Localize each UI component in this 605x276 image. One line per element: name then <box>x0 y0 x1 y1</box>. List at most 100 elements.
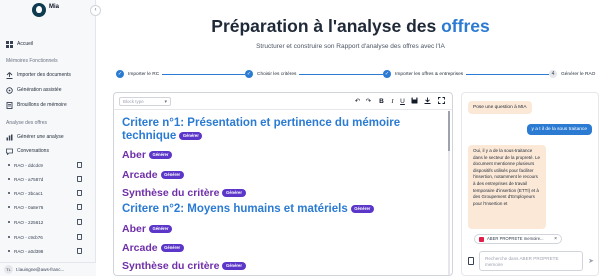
send-icon[interactable]: ➤ <box>588 257 594 265</box>
step-label: Choisir les critères <box>257 71 297 77</box>
subsection-heading: Synthèse du critère Générer <box>122 187 246 199</box>
step-number: 4 <box>549 70 557 78</box>
sidebar-item-label: Conversations <box>17 148 49 154</box>
user-message-bubble: y a t il de la sous traitance <box>526 124 592 135</box>
trash-icon[interactable] <box>77 162 82 168</box>
dashboard-icon <box>6 40 13 48</box>
bullet-icon <box>8 192 10 194</box>
conversation-item[interactable]: RAO - 3bcac1 <box>8 188 82 198</box>
subsection-heading: Synthèse du critère Générer <box>122 260 246 272</box>
check-icon: ✓ <box>383 70 391 78</box>
page-title-text: Préparation à l'analyse des <box>211 16 442 36</box>
user-email: t.lauingne@aws-franc... <box>16 267 65 272</box>
attachment-name: ABER PROPRETE memoire... <box>487 236 544 241</box>
sidebar-item-generation-assistee[interactable]: Génération assistée <box>6 85 61 95</box>
generate-button[interactable]: Générer <box>222 262 246 271</box>
chat-input[interactable]: Recherche dans ABER PROPRETE memoire <box>479 251 584 271</box>
trash-icon[interactable] <box>77 248 82 254</box>
step-label: Générer le RAO <box>561 71 596 77</box>
bold-icon[interactable]: B <box>377 97 386 106</box>
close-icon[interactable]: × <box>554 235 557 243</box>
page-title: Préparation à l'analyse des offres <box>96 16 605 37</box>
bullet-icon <box>8 221 10 223</box>
sidebar-item-accueil[interactable]: Accueil <box>6 39 33 49</box>
subsection-heading: Arcade Générer <box>122 169 184 181</box>
step-choisir-criteres[interactable]: ✓ Choisir les critères <box>245 70 300 78</box>
undo-icon[interactable]: ↶ <box>353 97 362 106</box>
step-import-rc[interactable]: ✓ Importer le RC <box>116 70 163 78</box>
step-generer-rao[interactable]: 4 Générer le RAO <box>549 70 599 78</box>
trash-icon[interactable] <box>77 234 82 240</box>
trash-icon[interactable] <box>77 204 82 210</box>
bullet-icon <box>8 250 10 252</box>
document-icon <box>6 101 13 109</box>
sidebar-item-label: Génération assistée <box>17 87 62 93</box>
sidebar-item-import-documents[interactable]: Importer des documents <box>6 70 71 80</box>
criterion-title: Critere n°1: Présentation et pertinence … <box>122 117 401 142</box>
collapse-sidebar-button[interactable]: ‹ <box>90 5 101 16</box>
chart-icon <box>6 134 13 141</box>
attachment-chip[interactable]: ABER PROPRETE memoire... × <box>474 234 562 244</box>
generate-button[interactable]: Générer <box>160 244 184 253</box>
sidebar-item-conversations[interactable]: Conversations <box>6 146 49 156</box>
trash-icon[interactable] <box>77 219 82 225</box>
step-importer-offres[interactable]: ✓ Importer les offres & entreprises <box>383 70 467 78</box>
upload-icon <box>6 71 13 79</box>
generate-button[interactable]: Générer <box>350 204 374 213</box>
subsection-heading: Aber Générer <box>122 149 172 161</box>
user-profile[interactable]: TL t.lauingne@aws-franc... <box>0 262 96 276</box>
conversation-item[interactable]: RAO - 0a8e76 <box>8 202 82 212</box>
conversation-item[interactable]: RAO - c9cb76 <box>8 232 82 242</box>
generate-button[interactable]: Générer <box>160 171 184 180</box>
ai-response-bubble: Oui, il y a de la sous-traitance dans le… <box>468 145 546 229</box>
sidebar-item-label: Accueil <box>17 41 34 47</box>
subsection-title: Arcade <box>122 169 158 181</box>
conversation-item[interactable]: RAO - 225612 <box>8 217 82 227</box>
chat-hint-bubble: Pose une question à MIA <box>468 101 532 114</box>
generate-button[interactable]: Générer <box>148 225 172 234</box>
redo-icon[interactable]: ↷ <box>364 97 373 106</box>
app-root: Mia Accueil Mémoires Fonctionnels Import… <box>0 0 605 276</box>
underline-icon[interactable]: U <box>398 97 407 106</box>
download-icon[interactable] <box>423 97 432 106</box>
save-icon[interactable] <box>410 97 419 106</box>
page-title-accent: offres <box>441 16 490 36</box>
trash-icon[interactable] <box>77 190 82 196</box>
trash-icon[interactable] <box>77 176 82 182</box>
sidebar-item-generer-analyse[interactable]: Générer une analyse <box>6 132 64 142</box>
subsection-heading: Aber Générer <box>122 223 172 235</box>
fullscreen-icon[interactable] <box>437 97 446 106</box>
generate-button[interactable]: Générer <box>222 189 246 198</box>
mia-logo-icon <box>32 3 46 17</box>
sidebar-item-brouillons[interactable]: Brouillons de mémoire <box>6 100 67 110</box>
step-label: Importer le RC <box>128 71 160 77</box>
subsection-title: Aber <box>122 223 146 235</box>
conversation-label: RAO - 225612 <box>14 219 44 225</box>
editor-scrollbar[interactable] <box>448 111 450 275</box>
ai-sparkle-icon <box>6 86 13 94</box>
conversation-label: RAO - a0d398 <box>14 248 44 254</box>
avatar: TL <box>4 265 13 274</box>
sidebar-item-label: Brouillons de mémoire <box>17 102 67 108</box>
subsection-title: Synthèse du critère <box>122 260 220 272</box>
bullet-icon <box>8 178 10 180</box>
conversation-label: RAO - ddcdc9 <box>14 162 43 168</box>
pdf-file-icon <box>479 237 484 242</box>
conversation-item[interactable]: RAO - a0d398 <box>8 246 82 256</box>
subsection-title: Synthèse du critère <box>122 187 220 199</box>
conversation-item[interactable]: RAO - a7587d <box>8 174 82 184</box>
bullet-icon <box>8 206 10 208</box>
italic-icon[interactable]: I <box>388 97 397 106</box>
section-memoires-label: Mémoires Fonctionnels <box>6 58 58 64</box>
conversation-label: RAO - a7587d <box>14 176 44 182</box>
conversation-item[interactable]: RAO - ddcdc9 <box>8 160 82 170</box>
block-type-select[interactable]: Block type <box>119 97 171 106</box>
conversation-label: RAO - c9cb76 <box>14 234 43 240</box>
app-name: Mia <box>49 4 60 10</box>
step-label: Importer les offres & entreprises <box>395 71 464 77</box>
document-icon[interactable] <box>468 257 474 265</box>
section-offres-label: Analyse des offres <box>6 120 48 126</box>
generate-button[interactable]: Générer <box>148 151 172 160</box>
sidebar-item-label: Générer une analyse <box>17 134 64 140</box>
generate-button[interactable]: Générer <box>179 131 203 140</box>
